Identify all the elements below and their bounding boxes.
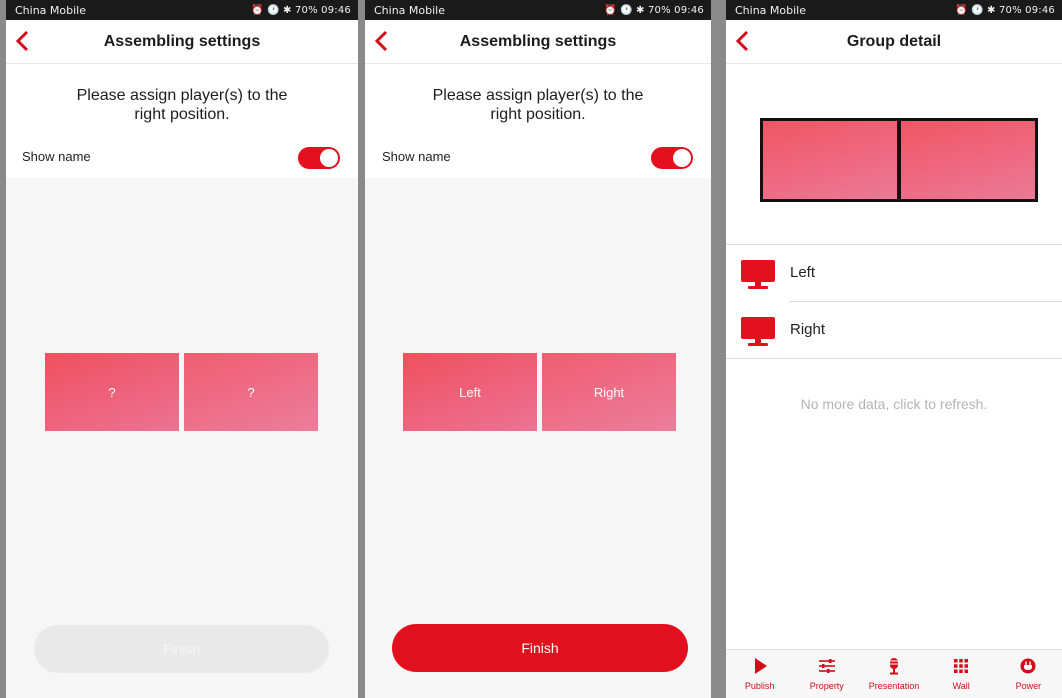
wall-tile-position-2[interactable]: ? [184, 353, 318, 431]
instruction-line-2: right position. [134, 106, 230, 123]
wall-tile-left[interactable]: Left [403, 353, 537, 431]
monitor-icon [740, 259, 776, 291]
tab-label: Power [1015, 681, 1042, 691]
device-name: Right [790, 321, 826, 338]
nav-bar: Group detail [726, 20, 1062, 64]
tab-label: Presentation [868, 681, 920, 691]
device-name: Left [790, 264, 816, 281]
show-name-toggle[interactable] [651, 147, 693, 169]
divider [726, 358, 1062, 359]
sliders-icon [818, 657, 836, 675]
bottom-tab-bar: Publish Property Presentation Wall Power [726, 649, 1062, 698]
back-arrow-icon[interactable] [371, 28, 395, 54]
device-row-right[interactable]: Right [726, 302, 1062, 358]
show-name-toggle[interactable] [298, 147, 340, 169]
back-arrow-icon[interactable] [732, 28, 756, 54]
wall-tile-right[interactable]: Right [542, 353, 676, 431]
status-bar: China Mobile ⏰ 🕐 ✱ 70% 09:46 [6, 0, 358, 20]
page-title: Assembling settings [459, 32, 617, 50]
instruction-text: Please assign player(s) to the right pos… [365, 86, 711, 124]
carrier-label: China Mobile [735, 3, 807, 17]
group-wall-preview [760, 118, 1038, 202]
status-indicators: ⏰ 🕐 ✱ 70% 09:46 [250, 4, 351, 16]
finish-button-disabled: Finish [34, 625, 329, 673]
tab-property[interactable]: Property [793, 650, 860, 698]
tab-power[interactable]: Power [995, 650, 1062, 698]
carrier-label: China Mobile [15, 3, 87, 17]
status-bar: China Mobile ⏰ 🕐 ✱ 70% 09:46 [726, 0, 1062, 20]
tab-label: Publish [744, 681, 775, 691]
assembling-screen-assigned: China Mobile ⏰ 🕐 ✱ 70% 09:46 Assembling … [365, 0, 711, 698]
status-indicators: ⏰ 🕐 ✱ 70% 09:46 [954, 4, 1055, 16]
tab-publish[interactable]: Publish [726, 650, 793, 698]
status-indicators: ⏰ 🕐 ✱ 70% 09:46 [603, 4, 704, 16]
status-bar: China Mobile ⏰ 🕐 ✱ 70% 09:46 [365, 0, 711, 20]
instruction-text: Please assign player(s) to the right pos… [6, 86, 358, 124]
device-row-left[interactable]: Left [726, 245, 1062, 301]
finish-button[interactable]: Finish [392, 624, 688, 672]
microphone-icon [885, 657, 903, 675]
tab-wall[interactable]: Wall [928, 650, 995, 698]
settings-panel: Please assign player(s) to the right pos… [6, 64, 358, 178]
show-name-row: Show name [365, 144, 711, 172]
wall-tile-position-1[interactable]: ? [45, 353, 179, 431]
preview-cell-right [901, 121, 1035, 199]
grid-icon [952, 657, 970, 675]
back-arrow-icon[interactable] [12, 28, 36, 54]
assembling-screen-unassigned: China Mobile ⏰ 🕐 ✱ 70% 09:46 Assembling … [6, 0, 358, 698]
show-name-label: Show name [22, 149, 91, 164]
toggle-knob [673, 149, 691, 167]
group-detail-screen: China Mobile ⏰ 🕐 ✱ 70% 09:46 Group detai… [726, 0, 1062, 698]
page-title: Assembling settings [103, 32, 261, 50]
settings-panel: Please assign player(s) to the right pos… [365, 64, 711, 178]
tab-presentation[interactable]: Presentation [860, 650, 927, 698]
instruction-line-1: Please assign player(s) to the [432, 87, 644, 104]
video-wall-layout: ? ? [45, 353, 318, 431]
carrier-label: China Mobile [374, 3, 446, 17]
preview-cell-left [763, 121, 897, 199]
monitor-icon [740, 316, 776, 348]
play-icon [751, 657, 769, 675]
nav-bar: Assembling settings [6, 20, 358, 64]
show-name-label: Show name [382, 149, 451, 164]
instruction-line-2: right position. [490, 106, 586, 123]
toggle-knob [320, 149, 338, 167]
video-wall-layout: Left Right [403, 353, 676, 431]
tab-label: Wall [952, 681, 970, 691]
refresh-hint[interactable]: No more data, click to refresh. [726, 396, 1062, 412]
nav-bar: Assembling settings [365, 20, 711, 64]
page-title: Group detail [846, 32, 942, 50]
power-icon [1019, 657, 1037, 675]
tab-label: Property [809, 681, 844, 691]
instruction-line-1: Please assign player(s) to the [76, 87, 288, 104]
show-name-row: Show name [6, 144, 358, 172]
